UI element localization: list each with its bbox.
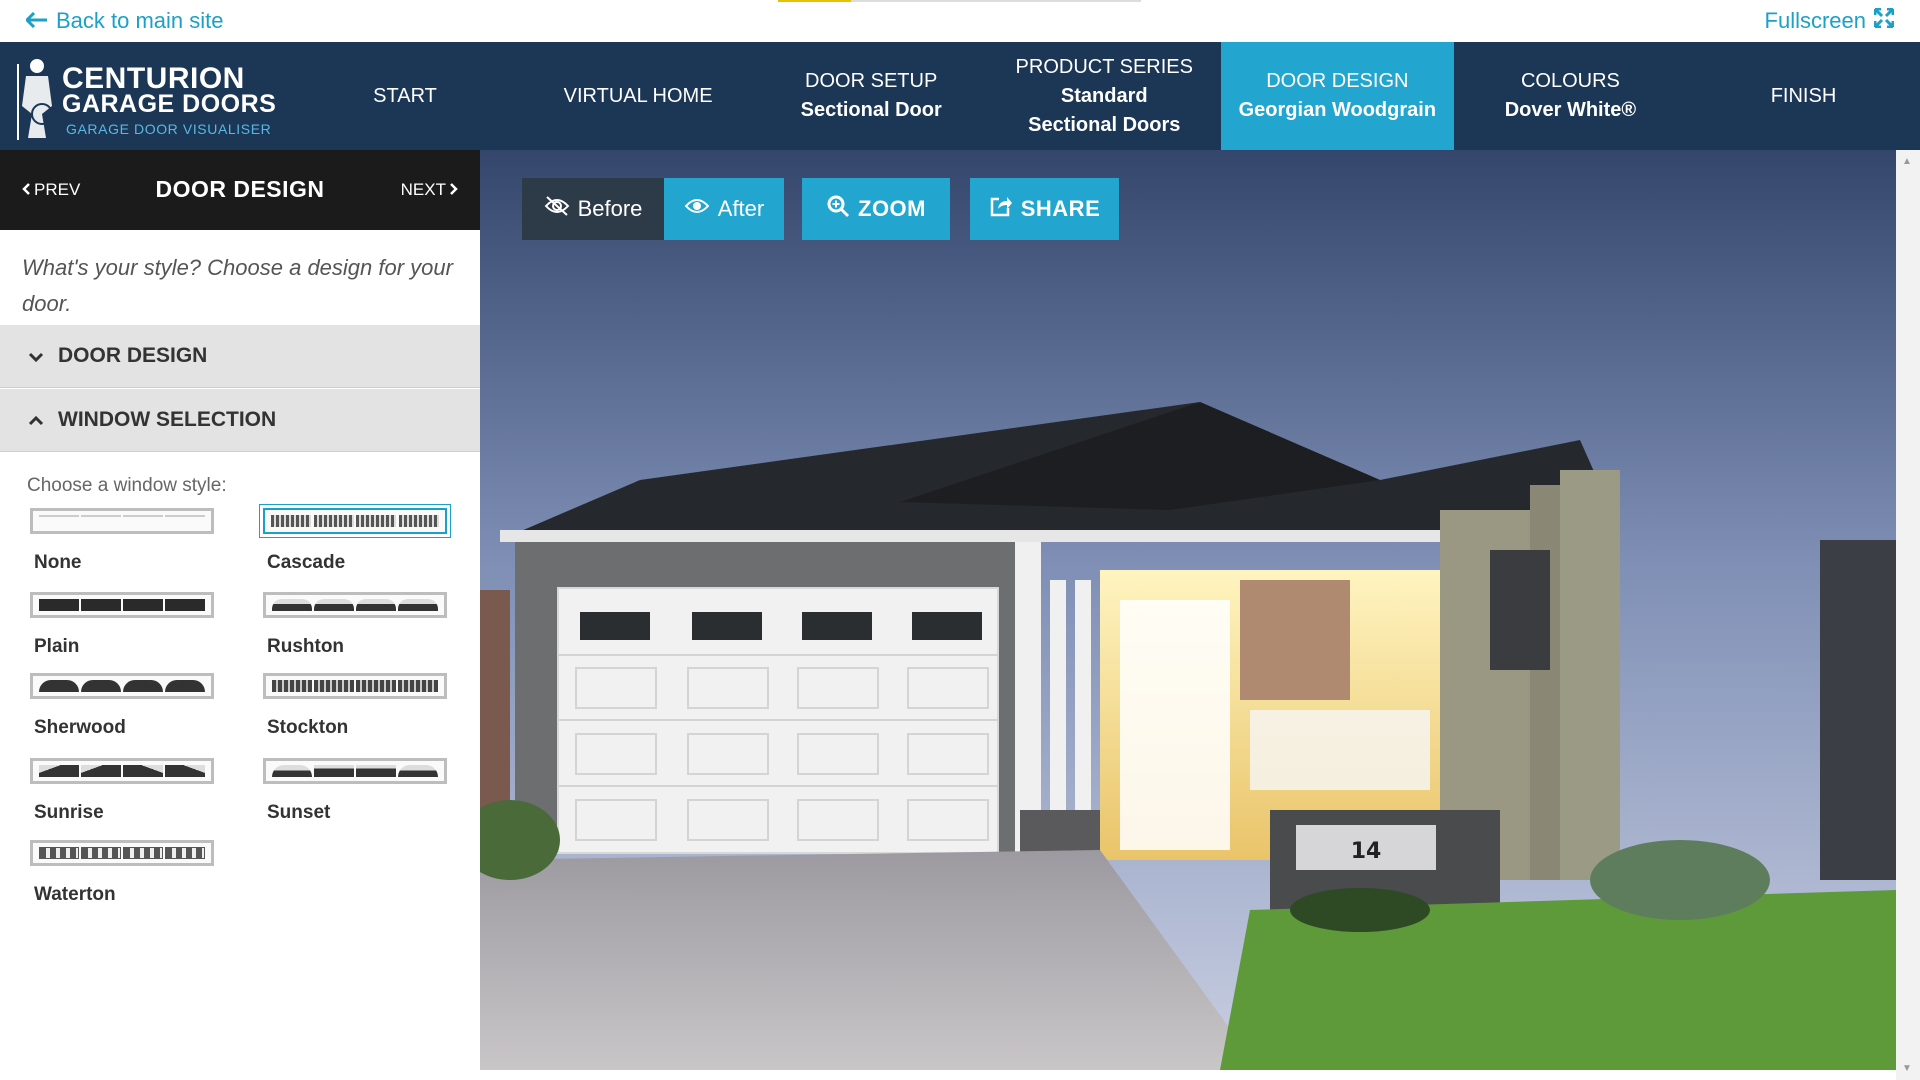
nav-title: DOOR DESIGN	[1266, 70, 1409, 92]
window-option-sunrise[interactable]: Sunrise	[30, 758, 214, 824]
accordion-label: WINDOW SELECTION	[58, 408, 277, 431]
after-label: After	[717, 196, 765, 221]
house-preview: 14	[480, 150, 1896, 1070]
knight-logo-icon	[17, 59, 53, 140]
window-thumbnail	[263, 673, 447, 699]
nav-subtitle: Dover White®	[1504, 99, 1637, 121]
nav-virtual-home[interactable]: VIRTUAL HOME	[522, 42, 755, 150]
house-illustration: 14	[480, 150, 1896, 1070]
nav-product-series[interactable]: PRODUCT SERIES Standard Sectional Doors	[988, 42, 1221, 150]
nav-door-design[interactable]: DOOR DESIGN Georgian Woodgrain	[1220, 42, 1454, 150]
window-thumbnail	[30, 673, 214, 699]
share-button[interactable]: SHARE	[970, 178, 1119, 240]
window-thumbnail	[263, 592, 447, 618]
sidebar-header: PREV DOOR DESIGN NEXT	[0, 150, 480, 230]
window-option-name: Plain	[34, 636, 80, 657]
window-option-waterton[interactable]: Waterton	[30, 840, 214, 906]
window-option-rushton[interactable]: Rushton	[263, 592, 447, 658]
back-link-label: Back to main site	[56, 8, 224, 33]
next-button[interactable]: NEXT	[401, 180, 458, 200]
window-option-plain[interactable]: Plain	[30, 592, 214, 658]
before-label: Before	[577, 196, 643, 221]
chevron-right-icon	[450, 180, 458, 200]
centurion-logo[interactable]: CENTURION GARAGE DOORS GARAGE DOOR VISUA…	[0, 42, 288, 150]
back-to-main-site-link[interactable]: Back to main site	[24, 8, 224, 34]
after-button[interactable]: After	[664, 178, 784, 240]
window-thumbnail	[259, 504, 451, 538]
progress-fill	[778, 0, 851, 2]
window-option-sunset[interactable]: Sunset	[263, 758, 447, 824]
window-option-name: Sunset	[267, 802, 331, 823]
main-nav: CENTURION GARAGE DOORS GARAGE DOOR VISUA…	[0, 42, 1920, 150]
nav-title: COLOURS	[1520, 70, 1620, 92]
page-scrollbar[interactable]: ▲ ▼	[1896, 150, 1920, 1080]
preview-toolbar: Before After ZOOM SHARE	[522, 178, 1119, 240]
nav-title: START	[373, 84, 437, 107]
nav-subtitle: Georgian Woodgrain	[1238, 99, 1437, 121]
window-option-name: Sunrise	[34, 802, 104, 823]
window-option-cascade[interactable]: Cascade	[259, 504, 451, 574]
expand-icon	[1873, 7, 1895, 34]
window-option-name: Sherwood	[34, 717, 126, 738]
window-option-name: Cascade	[267, 552, 346, 573]
accordion-label: DOOR DESIGN	[58, 344, 208, 367]
choose-window-label: Choose a window style:	[27, 475, 227, 496]
nav-subtitle: Sectional Door	[800, 99, 942, 121]
eye-icon	[684, 196, 710, 222]
chevron-down-icon	[28, 344, 44, 368]
window-option-name: Stockton	[267, 717, 349, 738]
logo-line-2: GARAGE DOORS	[62, 90, 277, 118]
scroll-up-arrow-icon[interactable]: ▲	[1902, 156, 1912, 167]
logo-line-3: GARAGE DOOR VISUALISER	[66, 121, 272, 137]
window-option-sherwood[interactable]: Sherwood	[30, 673, 214, 739]
scroll-down-arrow-icon[interactable]: ▼	[1902, 1063, 1912, 1074]
window-thumbnail	[30, 592, 214, 618]
window-option-name: None	[34, 552, 82, 573]
share-label: SHARE	[1020, 196, 1101, 221]
nav-finish[interactable]: FINISH	[1687, 42, 1920, 150]
nav-title: PRODUCT SERIES	[1015, 55, 1193, 78]
zoom-button[interactable]: ZOOM	[802, 178, 950, 240]
window-option-stockton[interactable]: Stockton	[263, 673, 447, 739]
nav-title: VIRTUAL HOME	[563, 84, 713, 107]
sidebar: PREV DOOR DESIGN NEXT What's your style?…	[0, 150, 480, 1080]
window-thumbnail	[30, 508, 214, 534]
arrow-left-icon	[24, 8, 48, 34]
nav-start[interactable]: START	[288, 42, 521, 150]
zoom-label: ZOOM	[858, 196, 926, 221]
before-button[interactable]: Before	[522, 178, 664, 240]
zoom-in-icon	[826, 194, 850, 224]
nav-title: DOOR SETUP	[805, 70, 938, 92]
nav-subtitle: Standard Sectional Doors	[1028, 84, 1181, 136]
window-thumbnail	[263, 758, 447, 784]
window-thumbnail	[30, 758, 214, 784]
share-icon	[989, 195, 1013, 223]
eye-slash-icon	[544, 196, 570, 222]
house-number: 14	[1351, 839, 1382, 864]
nav-colours[interactable]: COLOURS Dover White®	[1454, 42, 1687, 150]
fullscreen-label: Fullscreen	[1764, 8, 1866, 33]
window-thumbnail	[30, 840, 214, 866]
accordion-window-selection[interactable]: WINDOW SELECTION	[0, 389, 480, 452]
top-bar: Back to main site Fullscreen	[0, 0, 1920, 42]
window-option-name: Waterton	[34, 884, 116, 905]
nav-door-setup[interactable]: DOOR SETUP Sectional Door	[755, 42, 988, 150]
accordion-door-design[interactable]: DOOR DESIGN	[0, 325, 480, 388]
nav-title: FINISH	[1770, 84, 1837, 107]
window-option-name: Rushton	[267, 636, 345, 657]
next-label: NEXT	[400, 180, 446, 199]
progress-track	[778, 0, 1141, 2]
chevron-up-icon	[28, 408, 44, 432]
fullscreen-button[interactable]: Fullscreen	[1764, 7, 1895, 34]
window-option-none[interactable]: None	[30, 508, 214, 574]
